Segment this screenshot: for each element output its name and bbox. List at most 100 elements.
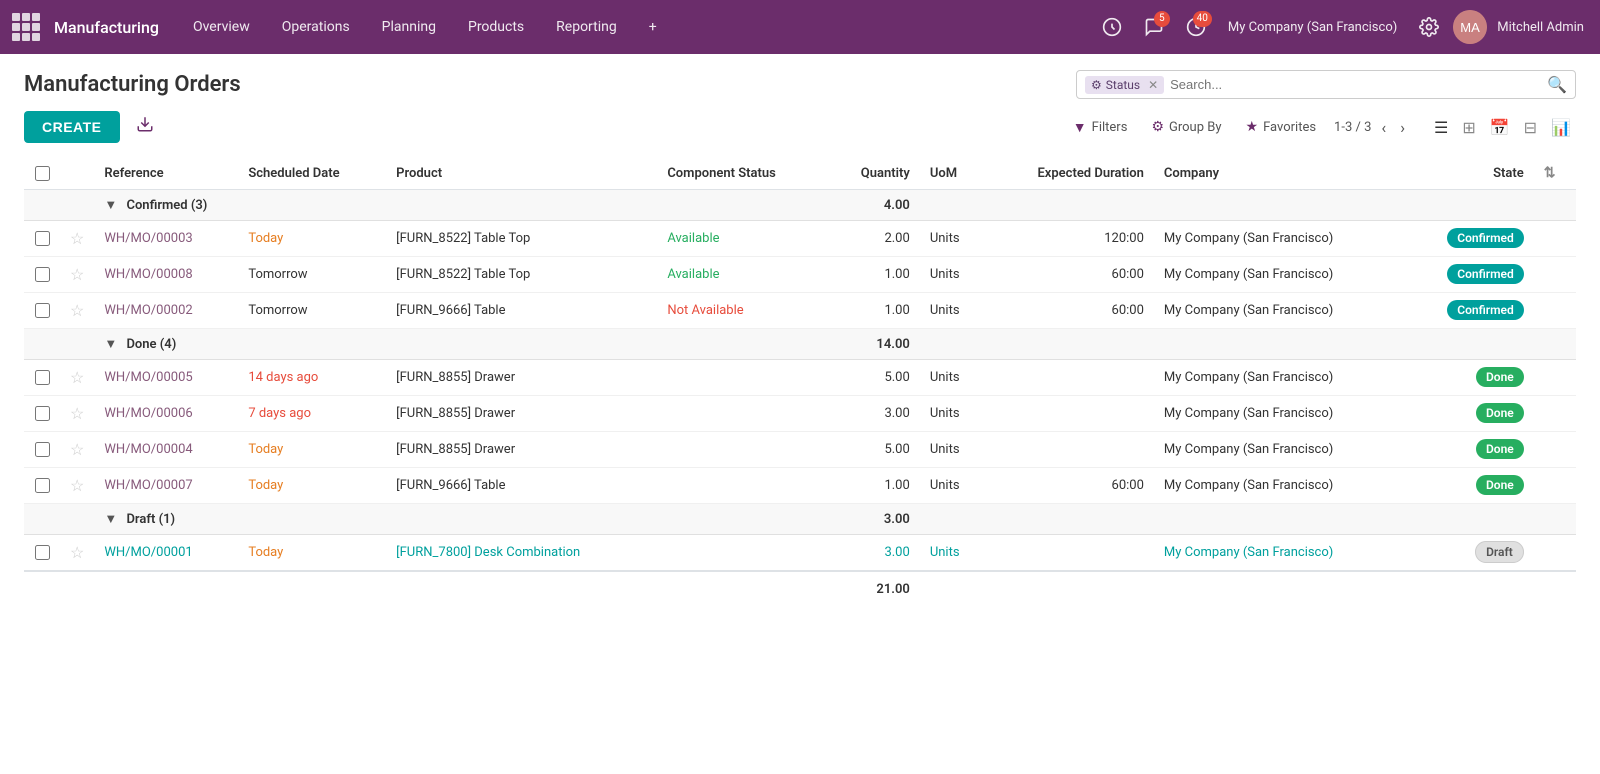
row-company: My Company (San Francisco) xyxy=(1154,360,1406,396)
nav-products[interactable]: Products xyxy=(454,13,538,41)
col-state[interactable]: State xyxy=(1406,157,1534,190)
row-ref[interactable]: WH/MO/00006 xyxy=(94,396,238,432)
row-product[interactable]: [FURN_8855] Drawer xyxy=(386,432,657,468)
state-badge: Confirmed xyxy=(1447,264,1523,284)
star-icon[interactable]: ☆ xyxy=(70,229,84,248)
view-calendar-button[interactable]: 📅 xyxy=(1485,115,1515,140)
row-checkbox[interactable] xyxy=(35,442,50,457)
star-icon[interactable]: ☆ xyxy=(70,265,84,284)
filter-tag-close[interactable]: ✕ xyxy=(1148,78,1158,92)
table-row: ☆ WH/MO/00003 Today [FURN_8522] Table To… xyxy=(24,221,1576,257)
activity-icon-btn[interactable] xyxy=(1094,9,1130,45)
search-bar[interactable]: ⚙ Status ✕ 🔍 xyxy=(1076,70,1576,99)
row-product[interactable]: [FURN_8855] Drawer xyxy=(386,360,657,396)
col-expected-duration[interactable]: Expected Duration xyxy=(986,157,1154,190)
row-checkbox[interactable] xyxy=(35,267,50,282)
star-icon[interactable]: ☆ xyxy=(70,368,84,387)
view-chart-button[interactable]: 📊 xyxy=(1546,115,1576,140)
user-name[interactable]: Mitchell Admin xyxy=(1493,20,1588,35)
col-component-status[interactable]: Component Status xyxy=(657,157,828,190)
col-scheduled-date[interactable]: Scheduled Date xyxy=(238,157,386,190)
top-nav: Manufacturing Overview Operations Planni… xyxy=(0,0,1600,54)
star-icon[interactable]: ☆ xyxy=(70,476,84,495)
row-ref[interactable]: WH/MO/00005 xyxy=(94,360,238,396)
row-product[interactable]: [FURN_9666] Table xyxy=(386,293,657,329)
nav-reporting[interactable]: Reporting xyxy=(542,13,631,41)
create-button[interactable]: CREATE xyxy=(24,111,120,143)
row-ref[interactable]: WH/MO/00003 xyxy=(94,221,238,257)
row-qty: 1.00 xyxy=(828,257,920,293)
row-company: My Company (San Francisco) xyxy=(1154,535,1406,572)
view-pivot-button[interactable]: ⊟ xyxy=(1519,115,1542,140)
group-toggle[interactable]: ▼ xyxy=(104,198,117,213)
star-icon[interactable]: ☆ xyxy=(70,440,84,459)
nav-operations[interactable]: Operations xyxy=(268,13,364,41)
row-product[interactable]: [FURN_8522] Table Top xyxy=(386,257,657,293)
search-input[interactable] xyxy=(1170,77,1541,92)
row-product[interactable]: [FURN_9666] Table xyxy=(386,468,657,504)
pagination: 1-3 / 3 ‹ › xyxy=(1334,116,1409,139)
col-company[interactable]: Company xyxy=(1154,157,1406,190)
row-ref[interactable]: WH/MO/00002 xyxy=(94,293,238,329)
filters-button[interactable]: ▼ Filters xyxy=(1067,115,1134,140)
total-value: 21.00 xyxy=(828,571,920,607)
row-checkbox[interactable] xyxy=(35,478,50,493)
download-button[interactable] xyxy=(128,111,162,143)
row-product[interactable]: [FURN_8855] Drawer xyxy=(386,396,657,432)
row-uom: Units xyxy=(920,257,986,293)
star-icon[interactable]: ☆ xyxy=(70,543,84,562)
nav-add[interactable]: + xyxy=(635,13,671,41)
group-toggle[interactable]: ▼ xyxy=(104,337,117,352)
table-row: ☆ WH/MO/00002 Tomorrow [FURN_9666] Table… xyxy=(24,293,1576,329)
app-name[interactable]: Manufacturing xyxy=(54,18,159,37)
favorites-button[interactable]: ★ Favorites xyxy=(1240,115,1323,139)
row-ref[interactable]: WH/MO/00004 xyxy=(94,432,238,468)
avatar[interactable]: MA xyxy=(1453,10,1487,44)
group-toggle[interactable]: ▼ xyxy=(104,512,117,527)
row-ref[interactable]: WH/MO/00008 xyxy=(94,257,238,293)
row-checkbox[interactable] xyxy=(35,370,50,385)
search-magnifier-icon[interactable]: 🔍 xyxy=(1547,75,1567,94)
row-product[interactable]: [FURN_8522] Table Top xyxy=(386,221,657,257)
filter-tag-icon: ⚙ xyxy=(1091,78,1102,92)
col-quantity[interactable]: Quantity xyxy=(828,157,920,190)
star-icon[interactable]: ☆ xyxy=(70,301,84,320)
settings-icon-btn[interactable] xyxy=(1411,9,1447,45)
row-checkbox[interactable] xyxy=(35,231,50,246)
chat-icon-btn[interactable]: 5 xyxy=(1136,9,1172,45)
view-list-button[interactable]: ☰ xyxy=(1429,115,1453,140)
col-uom[interactable]: UoM xyxy=(920,157,986,190)
view-kanban-button[interactable]: ⊞ xyxy=(1457,115,1480,140)
next-page-button[interactable]: › xyxy=(1396,116,1409,139)
col-adjust[interactable]: ⇅ xyxy=(1534,157,1576,190)
filter-tag-label: Status xyxy=(1106,78,1140,92)
row-checkbox[interactable] xyxy=(35,545,50,560)
row-checkbox[interactable] xyxy=(35,406,50,421)
clock-icon-btn[interactable]: 40 xyxy=(1178,9,1214,45)
table-row: ☆ WH/MO/00006 7 days ago [FURN_8855] Dra… xyxy=(24,396,1576,432)
row-state: Done xyxy=(1406,360,1534,396)
nav-planning[interactable]: Planning xyxy=(368,13,450,41)
star-icon[interactable]: ☆ xyxy=(70,404,84,423)
app-logo[interactable] xyxy=(12,13,40,41)
row-checkbox[interactable] xyxy=(35,303,50,318)
row-company: My Company (San Francisco) xyxy=(1154,257,1406,293)
row-qty: 1.00 xyxy=(828,293,920,329)
row-date: 14 days ago xyxy=(238,360,386,396)
row-ref[interactable]: WH/MO/00001 xyxy=(94,535,238,572)
row-duration xyxy=(986,360,1154,396)
select-all-checkbox[interactable] xyxy=(35,166,50,181)
prev-page-button[interactable]: ‹ xyxy=(1377,116,1390,139)
group-row-1: ▼ Done (4) 14.00 xyxy=(24,329,1576,360)
row-component-status xyxy=(657,535,828,572)
nav-overview[interactable]: Overview xyxy=(179,13,264,41)
row-state: Draft xyxy=(1406,535,1534,572)
company-name[interactable]: My Company (San Francisco) xyxy=(1220,20,1405,35)
clock-badge: 40 xyxy=(1193,11,1212,27)
col-reference[interactable]: Reference xyxy=(94,157,238,190)
row-checkbox-cell xyxy=(24,468,60,504)
row-ref[interactable]: WH/MO/00007 xyxy=(94,468,238,504)
row-product[interactable]: [FURN_7800] Desk Combination xyxy=(386,535,657,572)
groupby-button[interactable]: ⚙ Group By xyxy=(1145,115,1227,139)
col-product[interactable]: Product xyxy=(386,157,657,190)
